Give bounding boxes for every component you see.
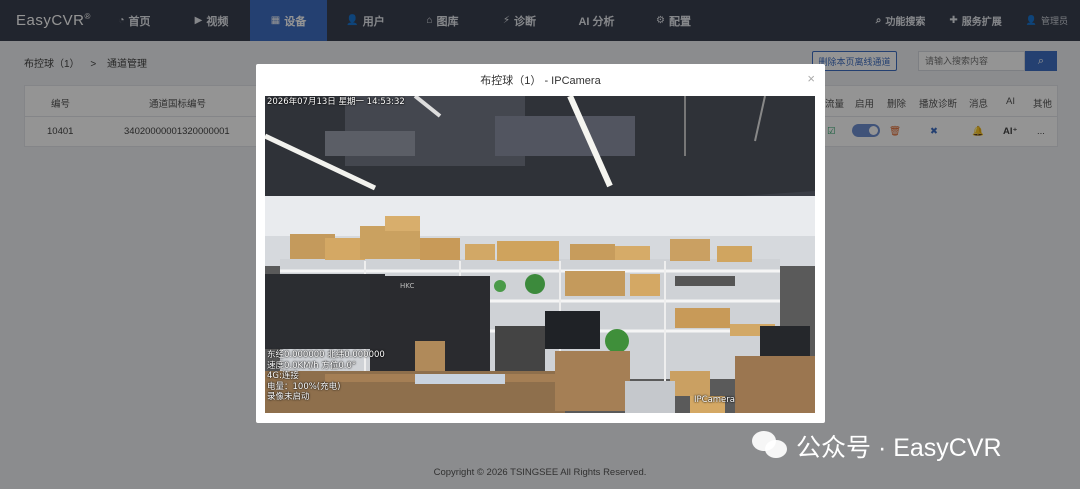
svg-text:HKC: HKC: [400, 282, 414, 290]
osd-timestamp: 2026年07月13日 星期一 14:53:32: [267, 97, 405, 107]
osd-line: 东经0.000000 北纬0.000000: [267, 350, 385, 360]
osd-line: 录像未启动: [267, 392, 310, 402]
osd-status-lines: 东经0.000000 北纬0.000000 速度0.0KM/h 方位0.0° 4G:…: [267, 350, 385, 403]
wechat-icon: [752, 431, 788, 461]
video-preview-dialog: 布控球（1） - IPCamera × HKC 2026年07月13日 星期一 …: [256, 64, 825, 423]
close-icon[interactable]: ×: [807, 71, 815, 86]
osd-line: 电量：100%(充电): [267, 381, 341, 392]
watermark-text: 公众号 · EasyCVR: [796, 434, 1002, 462]
dialog-title: 布控球（1） - IPCamera: [480, 75, 601, 87]
watermark: 公众号 · EasyCVR: [752, 428, 1002, 464]
osd-line: 速度0.0KM/h 方位0.0°: [267, 360, 357, 371]
osd-camera-name: IPCamera: [694, 394, 735, 405]
video-player[interactable]: HKC 2026年07月13日 星期一 14:53:32 东经0.000000 …: [265, 96, 815, 413]
osd-line: 4G:连接: [267, 371, 299, 381]
